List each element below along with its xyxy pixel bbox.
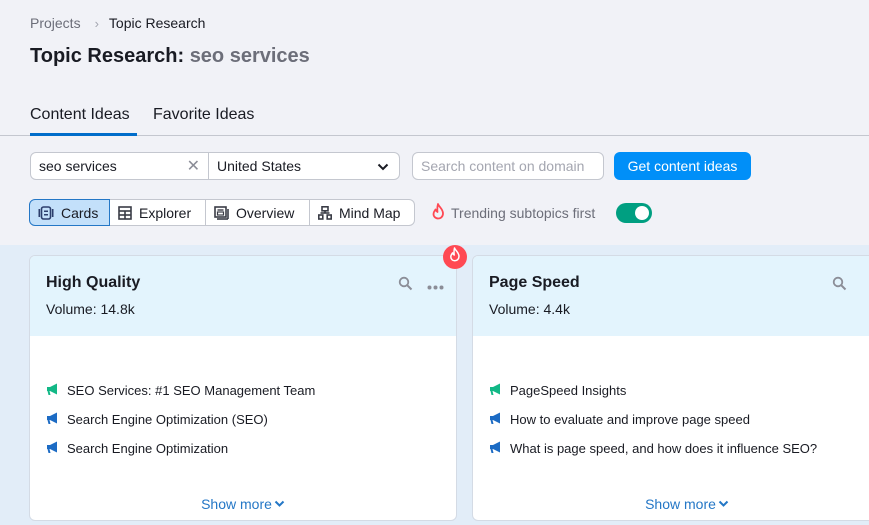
idea-item[interactable]: Search Engine Optimization (SEO) [46,405,440,434]
idea-text: SEO Services: #1 SEO Management Team [67,383,316,398]
trending-subtopics: Trending subtopics first [431,203,595,223]
more-options-icon[interactable] [427,277,444,295]
view-switcher: Cards Explorer Overview Mind Map [29,199,415,226]
show-more-link[interactable]: Show more [30,496,456,512]
idea-text: PageSpeed Insights [510,383,627,398]
volume-label: Volume: [489,301,540,317]
tab-favorite-ideas[interactable]: Favorite Ideas [153,104,254,135]
view-mind-map-button[interactable]: Mind Map [310,199,415,226]
card-title: High Quality [46,274,141,291]
megaphone-blue-icon [489,440,503,457]
view-overview-label: Overview [236,204,295,221]
megaphone-blue-icon [489,411,503,428]
idea-item[interactable]: SEO Services: #1 SEO Management Team [46,376,440,405]
breadcrumb-topic-research: Topic Research [108,15,206,31]
megaphone-green-icon [489,382,503,399]
topic-card[interactable]: Page Speed Volume: 4.4k PageSpeed Insigh… [472,255,869,521]
query-row: seo services ✕ United States [30,152,400,180]
page-title: Topic Research: seo services [30,45,310,68]
card-ideas-list: SEO Services: #1 SEO Management Team Sea… [30,336,456,463]
tab-content-ideas[interactable]: Content Ideas [30,104,137,136]
chevron-down-icon [377,158,389,174]
breadcrumb: Projects › Topic Research [30,15,205,31]
card-title: Page Speed [489,274,580,291]
idea-text: What is page speed, and how does it infl… [510,441,818,456]
chevron-right-icon: › [94,15,99,31]
volume-value: 4.4k [543,301,570,317]
country-select[interactable]: United States [209,152,400,180]
megaphone-green-icon [46,382,60,399]
idea-item[interactable]: Search Engine Optimization [46,434,440,463]
idea-item[interactable]: How to evaluate and improve page speed [489,405,869,434]
card-volume: Volume: 14.8k [46,301,440,317]
card-actions [398,276,444,296]
overview-icon [214,205,229,220]
view-explorer-label: Explorer [139,204,192,221]
fire-icon [431,203,446,223]
tab-bar: Content Ideas Favorite Ideas [0,104,869,136]
chevron-down-icon [274,500,285,508]
trending-toggle[interactable] [616,203,652,223]
domain-search-input[interactable] [412,152,604,180]
country-value: United States [217,158,302,174]
volume-label: Volume: [46,301,97,317]
view-cards-button[interactable]: Cards [29,199,110,226]
megaphone-blue-icon [46,440,60,457]
table-icon [118,205,132,220]
clear-icon[interactable]: ✕ [187,156,200,176]
show-more-link[interactable]: Show more [473,496,869,512]
idea-item[interactable]: What is page speed, and how does it infl… [489,434,869,463]
search-icon[interactable] [832,276,847,296]
card-actions [832,276,847,296]
cards-area: High Quality Volume: 14.8k SEO Services:… [0,245,869,525]
breadcrumb-projects[interactable]: Projects [30,15,81,31]
keyword-value[interactable]: seo services [39,158,117,174]
keyword-input[interactable]: seo services ✕ [30,152,209,180]
toggle-knob [635,206,649,220]
chevron-down-icon [718,500,729,508]
show-more-label: Show more [201,496,272,512]
view-cards-label: Cards [61,204,99,221]
card-ideas-list: PageSpeed Insights How to evaluate and i… [473,336,869,463]
view-overview-button[interactable]: Overview [206,199,310,226]
get-content-ideas-button[interactable]: Get content ideas [614,152,751,180]
view-explorer-button[interactable]: Explorer [110,199,206,226]
idea-text: Search Engine Optimization [67,441,229,456]
topic-card[interactable]: High Quality Volume: 14.8k SEO Services:… [29,255,457,521]
fire-icon [449,247,461,267]
idea-text: Search Engine Optimization (SEO) [67,412,268,427]
show-more-label: Show more [645,496,716,512]
trending-badge [443,245,467,269]
view-mind-map-label: Mind Map [339,204,401,221]
page-title-label: Topic Research: [30,45,185,67]
idea-text: How to evaluate and improve page speed [510,412,750,427]
trending-label: Trending subtopics first [451,205,596,221]
megaphone-blue-icon [46,411,60,428]
card-header: High Quality Volume: 14.8k [30,256,456,336]
search-icon[interactable] [398,276,413,296]
card-header: Page Speed Volume: 4.4k [473,256,869,336]
idea-item[interactable]: PageSpeed Insights [489,376,869,405]
volume-value: 14.8k [100,301,135,317]
mind-map-icon [318,205,332,220]
card-volume: Volume: 4.4k [489,301,869,317]
page-title-query: seo services [189,45,310,67]
cards-icon [38,205,54,220]
